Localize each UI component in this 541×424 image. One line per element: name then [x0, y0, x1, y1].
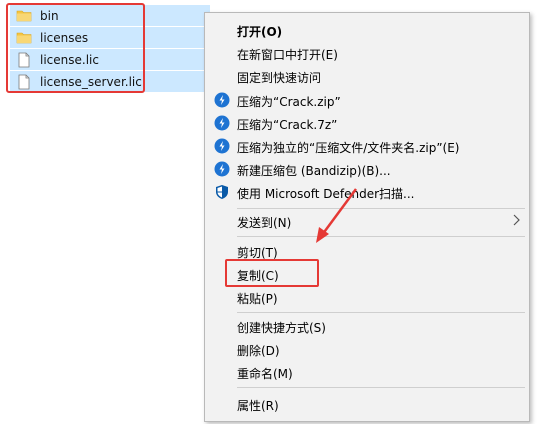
menu-item-label: 粘贴(P) [237, 292, 278, 306]
menu-item-compress-zip[interactable]: 压缩为“Crack.zip” [205, 89, 529, 111]
menu-separator [237, 387, 525, 388]
bandizip-icon [214, 161, 230, 177]
menu-item-label: 删除(D) [237, 344, 280, 358]
menu-item-paste[interactable]: 粘贴(P) [205, 286, 529, 308]
menu-item-label: 发送到(N) [237, 216, 292, 230]
files-highlight-box [6, 3, 145, 93]
menu-item-rename[interactable]: 重命名(M) [205, 361, 529, 383]
menu-item-label: 新建压缩包 (Bandizip)(B)... [237, 164, 391, 178]
menu-item-new-archive[interactable]: 新建压缩包 (Bandizip)(B)... [205, 158, 529, 180]
menu-item-label: 压缩为“Crack.7z” [237, 118, 338, 132]
menu-item-label: 在新窗口中打开(E) [237, 48, 338, 62]
menu-item-compress-7z[interactable]: 压缩为“Crack.7z” [205, 112, 529, 134]
menu-item-defender-scan[interactable]: 使用 Microsoft Defender扫描... [205, 181, 529, 203]
menu-separator [237, 236, 525, 237]
menu-item-label: 固定到快速访问 [237, 71, 322, 85]
menu-item-properties[interactable]: 属性(R) [205, 393, 529, 415]
menu-separator [237, 208, 525, 209]
chevron-right-icon [513, 213, 521, 231]
defender-shield-icon [214, 184, 230, 200]
menu-item-label: 压缩为“Crack.zip” [237, 95, 341, 109]
bandizip-icon [214, 115, 230, 131]
menu-item-open[interactable]: 打开(O) [205, 19, 529, 41]
menu-item-open-new-window[interactable]: 在新窗口中打开(E) [205, 42, 529, 64]
bandizip-icon [214, 138, 230, 154]
context-menu: 打开(O) 在新窗口中打开(E) 固定到快速访问 压缩为“Crack.zip” … [204, 12, 530, 422]
copy-highlight-box [225, 259, 319, 287]
menu-item-label: 打开(O) [237, 25, 283, 39]
menu-item-label: 创建快捷方式(S) [237, 321, 326, 335]
menu-item-label: 压缩为独立的“压缩文件/文件夹名.zip”(E) [237, 141, 460, 155]
menu-item-create-shortcut[interactable]: 创建快捷方式(S) [205, 315, 529, 337]
annotation-arrow-icon [316, 188, 358, 243]
menu-separator [237, 312, 525, 313]
menu-item-compress-each[interactable]: 压缩为独立的“压缩文件/文件夹名.zip”(E) [205, 135, 529, 157]
menu-item-label: 重命名(M) [237, 367, 293, 381]
menu-item-delete[interactable]: 删除(D) [205, 338, 529, 360]
bandizip-icon [214, 92, 230, 108]
menu-item-label: 属性(R) [237, 399, 279, 413]
menu-item-pin-quick-access[interactable]: 固定到快速访问 [205, 65, 529, 87]
menu-item-send-to[interactable]: 发送到(N) [205, 210, 529, 232]
